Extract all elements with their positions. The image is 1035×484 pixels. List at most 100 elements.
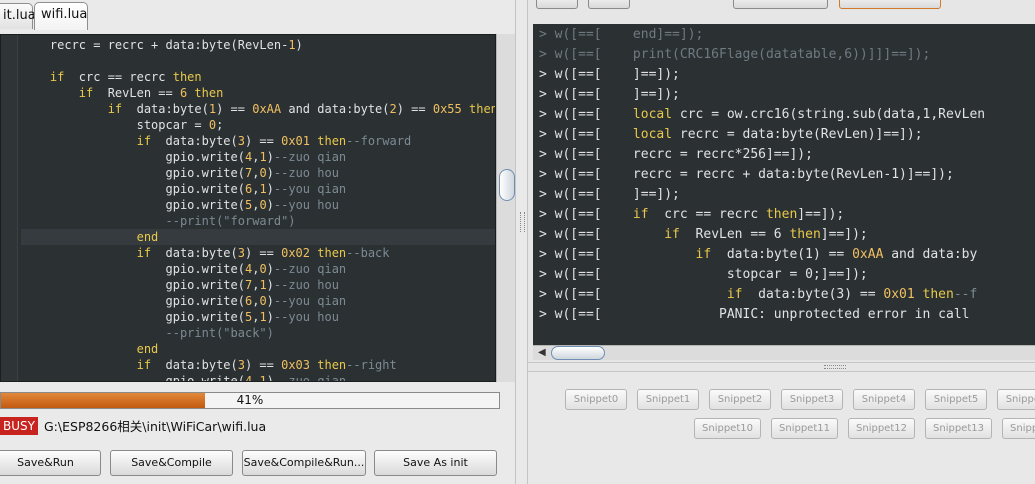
code-token: RevLen == 6: [679, 227, 790, 242]
snippet-button[interactable]: Snippet5: [925, 389, 987, 410]
keyword-token: if: [107, 102, 123, 116]
code-token: ): [266, 310, 274, 324]
code-line: if data:byte(3) == 0x01 then--forward: [21, 133, 495, 149]
code-line: gpio.write(6,0)--you qian: [21, 293, 495, 309]
code-token: crc = ow.crc16(string.sub(data,1,RevLen: [672, 107, 986, 122]
comment-token: --zuo qian: [273, 374, 347, 382]
code-token: ) ==: [244, 134, 282, 148]
snippet-button[interactable]: Snippet6: [997, 389, 1035, 410]
keyword-token: then: [194, 86, 224, 100]
snippet-button[interactable]: Snippet1: [637, 389, 699, 410]
snippet-button[interactable]: Snippet11: [771, 418, 838, 439]
terminal-line: > w([==[ local recrc = data:byte(RevLen)…: [539, 125, 985, 145]
snippet-button[interactable]: Snippet0: [565, 389, 627, 410]
comment-token: --you qian: [273, 182, 347, 196]
snippet-button[interactable]: Snippet14: [1002, 418, 1035, 439]
tab-init-lua[interactable]: it.lua: [0, 3, 36, 29]
comment-token: --zuo qian: [273, 150, 347, 164]
code-line: if crc == recrc then: [21, 69, 495, 85]
comment-token: --back: [346, 246, 390, 260]
code-token: data:byte(: [122, 102, 209, 116]
number-token: 3: [237, 134, 245, 148]
number-token: 2: [389, 102, 397, 116]
terminal-line: > w([==[ print(CRC16Flage(datatable,6))]…: [539, 45, 985, 65]
toolbar-button[interactable]: [733, 0, 828, 9]
splitter-grip-icon: [824, 365, 846, 369]
number-token: 1: [259, 310, 267, 324]
scroll-left-arrow-icon[interactable]: ◀: [538, 346, 546, 360]
comment-token: --right: [346, 358, 397, 372]
code-line: gpio.write(6,1)--you qian: [21, 181, 495, 197]
code-line: stopcar = 0;: [21, 117, 495, 133]
snippet-button[interactable]: Snippet10: [694, 418, 761, 439]
vertical-splitter[interactable]: [515, 0, 528, 484]
file-path-label: G:\ESP8266相关\init\WiFiCar\wifi.lua: [44, 419, 267, 434]
code-token: data:byte(3) ==: [742, 287, 884, 302]
code-token: RevLen ==: [93, 86, 180, 100]
code-line: gpio.write(5,0)--you hou: [21, 197, 495, 213]
code-token: gpio.write(: [21, 374, 245, 382]
keyword-token: then: [789, 227, 821, 242]
save-as-init-button[interactable]: Save As init: [374, 450, 497, 476]
code-line: gpio.write(4,1)--zuo qian: [21, 149, 495, 165]
keyword-token: if: [78, 86, 94, 100]
number-token: 0x01: [883, 287, 915, 302]
code-token: stopcar =: [21, 118, 209, 132]
code-line: gpio.write(5,1)--you hou: [21, 309, 495, 325]
code-token: > w([==[: [539, 127, 633, 142]
keyword-token: if: [136, 134, 152, 148]
code-token: > w([==[ ]==]);: [539, 87, 680, 102]
code-lines: recrc = recrc + data:byte(RevLen-1) if c…: [21, 37, 495, 382]
code-token: gpio.write(: [21, 278, 245, 292]
toolbar-button[interactable]: [588, 0, 630, 9]
code-token: ): [266, 166, 274, 180]
snippet-button[interactable]: Snippet2: [709, 389, 771, 410]
terminal-line: > w([==[ local crc = ow.crc16(string.sub…: [539, 105, 985, 125]
code-token: gpio.write(: [21, 310, 245, 324]
comment-token: --zuo hou: [273, 278, 339, 292]
keyword-token: if: [632, 207, 649, 222]
number-token: 3: [237, 358, 245, 372]
keyword-token: if: [726, 287, 743, 302]
code-editor[interactable]: recrc = recrc + data:byte(RevLen-1) if c…: [0, 34, 496, 382]
toolbar-button[interactable]: [839, 0, 941, 9]
number-token: 1: [288, 38, 296, 52]
number-token: 1: [259, 150, 267, 164]
editor-scroll-thumb[interactable]: [499, 169, 515, 201]
code-token: ): [266, 262, 274, 276]
terminal-line: > w([==[ ]==]);: [539, 65, 985, 85]
number-token: 0x03: [281, 358, 311, 372]
terminal-line: > w([==[ stopcar = 0;]==]);: [539, 265, 985, 285]
code-line: gpio.write(4,0)--zuo qian: [21, 261, 495, 277]
snippet-button[interactable]: Snippet12: [848, 418, 915, 439]
code-token: gpio.write(: [21, 262, 245, 276]
terminal-horizontal-scrollbar[interactable]: ◀: [533, 345, 1035, 360]
terminal-output[interactable]: > w([==[ end]==]); > w([==[ print(CRC16Fl…: [533, 24, 1035, 345]
editor-vertical-scrollbar[interactable]: [496, 34, 515, 382]
code-line: gpio.write(7,0)--zuo hou: [21, 165, 495, 181]
terminal-scroll-thumb[interactable]: [551, 346, 605, 360]
save-run-button[interactable]: Save&Run: [0, 450, 101, 476]
number-token: 0xAA: [252, 102, 282, 116]
terminal-pane: > w([==[ end]==]); > w([==[ print(CRC16Fl…: [528, 0, 1035, 484]
code-token: ): [266, 198, 274, 212]
code-token: > w([==[: [539, 247, 696, 262]
code-line: gpio.write(7,1)--zuo hou: [21, 277, 495, 293]
code-token: ) ==: [216, 102, 253, 116]
snippet-button[interactable]: Snippet4: [853, 389, 915, 410]
code-line: --print("forward"): [21, 213, 495, 229]
toolbar-button[interactable]: [536, 0, 578, 9]
editor-pane: it.lua wifi.lua recrc = recrc + data:byt…: [0, 0, 515, 484]
upload-progress-bar: 41%: [0, 392, 500, 409]
save-compile-button[interactable]: Save&Compile: [110, 450, 233, 476]
snippet-button[interactable]: Snippet3: [781, 389, 843, 410]
code-line: if data:byte(1) == 0xAA and data:byte(2)…: [21, 101, 495, 117]
horizontal-splitter[interactable]: [528, 362, 1035, 372]
snippet-button[interactable]: Snippet13: [925, 418, 992, 439]
code-token: recrc = recrc + data:byte(RevLen-: [21, 38, 289, 52]
tab-label: it.lua: [3, 8, 36, 23]
save-compile-run-button[interactable]: Save&Compile&Run...: [242, 450, 366, 476]
tab-wifi-lua[interactable]: wifi.lua: [34, 2, 88, 30]
